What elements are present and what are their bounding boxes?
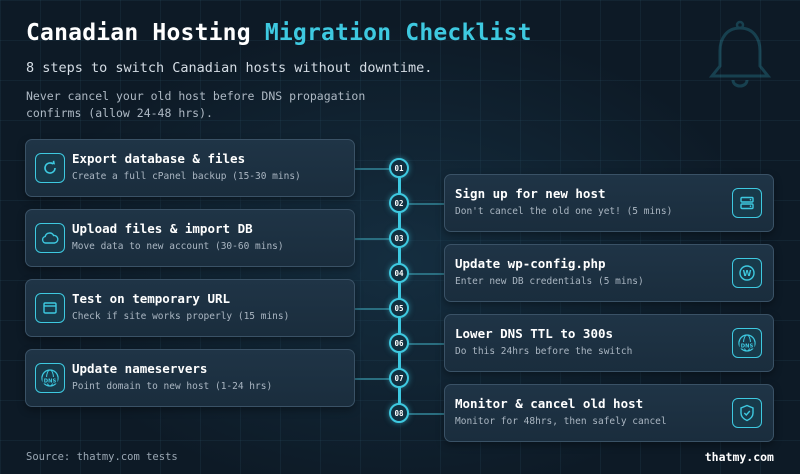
step-card-02: Sign up for new host Don't cancel the ol… xyxy=(444,174,774,232)
dns-label: DNS xyxy=(44,378,57,384)
step-card-03: Upload files & import DB Move data to ne… xyxy=(25,209,355,267)
step-card-08: Monitor & cancel old host Monitor for 48… xyxy=(444,384,774,442)
shield-check-icon xyxy=(732,398,762,428)
wordpress-letter: W xyxy=(743,269,752,278)
cloud-icon xyxy=(35,223,65,253)
step-card-05: Test on temporary URL Check if site work… xyxy=(25,279,355,337)
page-subtitle: 8 steps to switch Canadian hosts without… xyxy=(26,60,433,76)
server-icon xyxy=(732,188,762,218)
step-desc: Do this 24hrs before the switch xyxy=(455,346,633,357)
step-title: Test on temporary URL xyxy=(72,291,231,306)
title-main: Canadian Hosting xyxy=(26,20,265,46)
step-title: Upload files & import DB xyxy=(72,221,253,236)
step-node-01: 01 xyxy=(389,158,409,178)
step-desc: Monitor for 48hrs, then safely cancel xyxy=(455,416,667,427)
dns-label: DNS xyxy=(741,343,754,349)
wordpress-icon: W xyxy=(732,258,762,288)
step-desc: Enter new DB credentials (5 mins) xyxy=(455,276,644,287)
brand-logo-text[interactable]: thatmy.com xyxy=(705,450,774,464)
step-title: Export database & files xyxy=(72,151,246,166)
step-title: Update nameservers xyxy=(72,361,208,376)
step-node-06: 06 xyxy=(389,333,409,353)
dns-globe-icon: DNS xyxy=(35,363,65,393)
dns-globe-icon: DNS xyxy=(732,328,762,358)
step-node-02: 02 xyxy=(389,193,409,213)
title-accent: Migration Checklist xyxy=(264,20,532,46)
step-card-01: Export database & files Create a full cP… xyxy=(25,139,355,197)
bell-icon xyxy=(708,20,772,88)
step-card-06: Lower DNS TTL to 300s Do this 24hrs befo… xyxy=(444,314,774,372)
step-card-04: Update wp-config.php Enter new DB creden… xyxy=(444,244,774,302)
step-desc: Create a full cPanel backup (15-30 mins) xyxy=(72,171,301,182)
step-node-05: 05 xyxy=(389,298,409,318)
page-title: Canadian Hosting Migration Checklist xyxy=(26,20,532,46)
step-desc: Check if site works properly (15 mins) xyxy=(72,311,290,322)
step-desc: Don't cancel the old one yet! (5 mins) xyxy=(455,206,673,217)
step-node-04: 04 xyxy=(389,263,409,283)
step-card-07: DNS Update nameservers Point domain to n… xyxy=(25,349,355,407)
source-note: Source: thatmy.com tests xyxy=(26,451,178,463)
step-title: Update wp-config.php xyxy=(455,256,606,271)
refresh-icon xyxy=(35,153,65,183)
step-title: Lower DNS TTL to 300s xyxy=(455,326,614,341)
step-title: Monitor & cancel old host xyxy=(455,396,644,411)
step-title: Sign up for new host xyxy=(455,186,606,201)
step-desc: Move data to new account (30-60 mins) xyxy=(72,241,284,252)
step-node-03: 03 xyxy=(389,228,409,248)
step-node-07: 07 xyxy=(389,368,409,388)
warning-note: Never cancel your old host before DNS pr… xyxy=(26,89,366,120)
browser-window-icon xyxy=(35,293,65,323)
step-desc: Point domain to new host (1-24 hrs) xyxy=(72,381,273,392)
step-node-08: 08 xyxy=(389,403,409,423)
